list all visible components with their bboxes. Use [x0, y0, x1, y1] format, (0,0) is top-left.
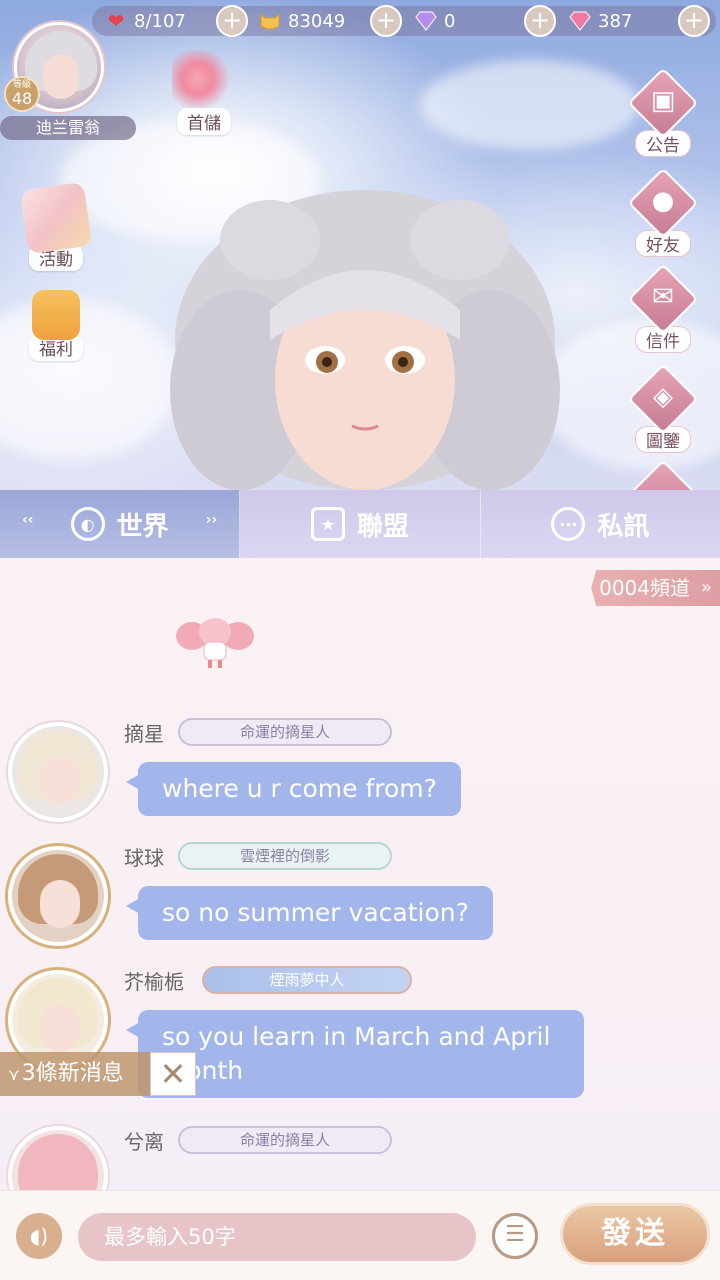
- chat-bubble-icon: ···: [551, 507, 586, 541]
- voice-button[interactable]: ◖): [16, 1213, 62, 1259]
- sender-name[interactable]: 摘星: [124, 718, 164, 747]
- stamina-value: 8/107: [134, 10, 186, 32]
- globe-icon: ◐: [70, 507, 105, 541]
- channel-name: 0004頻道: [599, 576, 690, 600]
- add-pink-diamonds-button[interactable]: +: [678, 5, 710, 37]
- chat-area[interactable]: 0004頻道 » 摘星 命運的摘星人 where u r come from? …: [0, 558, 720, 1190]
- pink-diamond-value: 387: [598, 10, 633, 32]
- chevron-right-icon: ››: [205, 512, 218, 528]
- announcement-button[interactable]: ▣ 公告: [626, 67, 700, 157]
- purple-diamond-icon: [414, 9, 438, 33]
- cloud: [420, 60, 640, 150]
- tab-private[interactable]: ··· 私訊: [481, 490, 720, 558]
- heart-icon: ❤: [107, 9, 125, 33]
- blue-diamond-value: 0: [444, 10, 456, 32]
- list-icon: ☰: [505, 1222, 525, 1247]
- avatar[interactable]: [8, 1126, 108, 1190]
- game-scene: ❤ 8/107 + 83049 + 0 + 387 + 等級 48 迪兰雷翁 首…: [0, 0, 720, 490]
- new-messages-text: 3條新消息: [21, 1061, 124, 1086]
- tab-alliance[interactable]: ★ 聯盟: [240, 490, 481, 558]
- collection-button[interactable]: ◈ 圖鑒: [626, 363, 700, 453]
- character-portrait: [170, 190, 560, 490]
- input-bar: ◖) ☰ 發送: [0, 1190, 720, 1280]
- shield-icon: ★: [310, 507, 345, 541]
- person-icon: ●: [651, 186, 675, 216]
- mail-button[interactable]: ✉ 信件: [626, 263, 700, 353]
- chibi-sticker: [176, 618, 254, 668]
- envelope-icon: [19, 181, 93, 255]
- more-menu-button[interactable]: [626, 459, 700, 490]
- mail-icon: ✉: [652, 282, 674, 312]
- avatar[interactable]: [8, 846, 108, 946]
- level-badge: 等級 48: [4, 76, 40, 112]
- flower-icon: [172, 50, 236, 114]
- sender-name[interactable]: 球球: [124, 842, 164, 871]
- tab-world[interactable]: ‹‹ ◐ 世界 ››: [0, 490, 241, 558]
- coin-value: 83049: [288, 10, 346, 32]
- gift-box-icon: [32, 290, 80, 340]
- chevron-right-icon: »: [700, 577, 712, 598]
- message-bubble[interactable]: so no summer vacation?: [126, 886, 493, 940]
- sound-wave-icon: ◖): [29, 1224, 49, 1248]
- arrow-down-icon: ⋎: [8, 1065, 20, 1084]
- stamina-counter: ❤ 8/107: [104, 6, 186, 36]
- coin-counter: 83049: [258, 6, 345, 36]
- title-badge: 命運的摘星人: [178, 718, 392, 746]
- add-stamina-button[interactable]: +: [216, 5, 248, 37]
- sender-name[interactable]: 芥榆栀: [124, 966, 184, 995]
- new-messages-notice[interactable]: ⋎3條新消息 ✕: [0, 1052, 198, 1096]
- notice-board-icon: ▣: [650, 86, 676, 116]
- title-badge: 煙雨夢中人: [202, 966, 412, 994]
- channel-selector[interactable]: 0004頻道 »: [591, 570, 720, 606]
- send-button[interactable]: 發送: [560, 1203, 710, 1265]
- card-icon: ◈: [653, 382, 673, 412]
- welfare-button[interactable]: 福利: [16, 282, 96, 361]
- close-icon[interactable]: ✕: [150, 1052, 196, 1096]
- sender-name[interactable]: 兮离: [124, 1126, 164, 1155]
- events-button[interactable]: 活動: [16, 181, 96, 271]
- message-bubble[interactable]: so you learn in March and April month: [126, 1010, 584, 1098]
- add-coins-button[interactable]: +: [370, 5, 402, 37]
- player-name: 迪兰雷翁: [0, 116, 136, 140]
- chevron-left-icon: ‹‹: [22, 512, 34, 528]
- add-diamonds-button[interactable]: +: [524, 5, 556, 37]
- avatar[interactable]: [8, 722, 108, 822]
- chat-tabs: ‹‹ ◐ 世界 ›› ★ 聯盟 ··· 私訊: [0, 490, 720, 558]
- first-purchase-button[interactable]: 首儲: [164, 50, 244, 135]
- pink-diamond-icon: [568, 9, 592, 33]
- message-bubble[interactable]: where u r come from?: [126, 762, 461, 816]
- quick-phrases-button[interactable]: ☰: [492, 1213, 538, 1259]
- title-badge: 命運的摘星人: [178, 1126, 392, 1154]
- title-badge: 雲煙裡的倒影: [178, 842, 392, 870]
- friends-button[interactable]: ● 好友: [626, 167, 700, 257]
- level-value: 48: [11, 89, 33, 108]
- cat-coin-icon: [258, 9, 282, 33]
- pink-diamond-counter: 387: [568, 6, 632, 36]
- blue-diamond-counter: 0: [414, 6, 455, 36]
- message-input[interactable]: [78, 1213, 476, 1261]
